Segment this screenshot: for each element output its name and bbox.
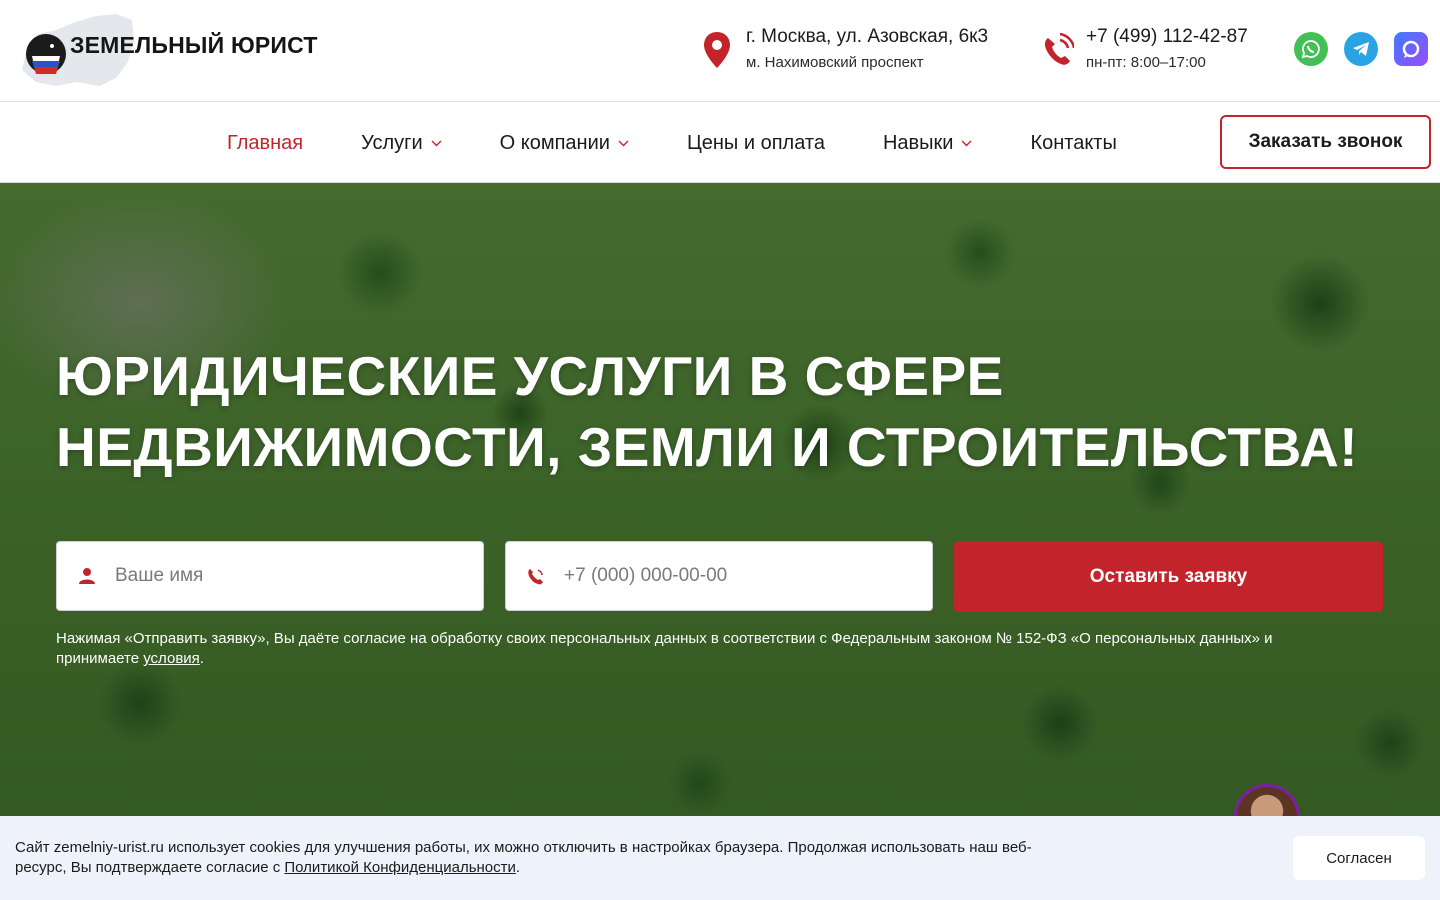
chevron-down-icon [618,140,629,146]
phone-input[interactable] [564,565,924,587]
hero-title-line2: НЕДВИЖИМОСТИ, ЗЕМЛИ И СТРОИТЕЛЬСТВА! [56,416,1359,478]
name-input[interactable] [115,565,475,587]
nav-item-contacts[interactable]: Контакты [1030,132,1116,155]
hero-section: ЮРИДИЧЕСКИЕ УСЛУГИ В СФЕРЕ НЕДВИЖИМОСТИ,… [0,183,1440,900]
address-block: г. Москва, ул. Азовская, 6к3 м. Нахимовс… [702,26,988,71]
cookie-end: . [515,859,521,876]
nav-item-services[interactable]: Услуги [361,132,442,155]
metro-line: м. Нахимовский проспект [746,54,924,71]
privacy-policy-link[interactable]: Политикой Конфиденциальности [284,859,516,876]
phone-field[interactable] [505,541,933,611]
lion-logo-icon [26,34,66,74]
chevron-down-icon [961,140,972,146]
site-logo[interactable]: ЗЕМЕЛЬНЫЙ ЮРИСТ [14,10,334,92]
social-links [1294,32,1428,66]
address-line: г. Москва, ул. Азовская, 6к3 [746,26,989,47]
submit-request-button[interactable]: Оставить заявку [954,541,1383,612]
nav-label: Контакты [1030,131,1117,154]
phone-icon [1044,32,1074,65]
nav-item-skills[interactable]: Навыки [883,132,973,155]
consent-body: Нажимая «Отправить заявку», Вы даёте сог… [56,630,1273,667]
chevron-down-icon [431,140,442,146]
nav-label: Навыки [882,131,954,154]
logo-text: ЗЕМЕЛЬНЫЙ ЮРИСТ [70,32,318,58]
working-hours: пн-пт: 8:00–17:00 [1086,54,1206,71]
nav-item-prices[interactable]: Цены и оплата [687,132,825,155]
location-pin-icon [704,32,730,68]
cookie-accept-button[interactable]: Согласен [1293,836,1425,880]
nav-label: Цены и оплата [686,131,825,154]
main-navbar: Главная Услуги О компании Цены и оплата … [0,103,1440,183]
phone-number[interactable]: +7 (499) 112-42-87 [1086,26,1248,48]
user-icon [79,568,95,584]
consent-end: . [199,650,204,667]
nav-label: Главная [227,131,304,154]
hero-title-line1: ЮРИДИЧЕСКИЕ УСЛУГИ В СФЕРЕ [56,345,1004,407]
phone-block[interactable]: +7 (499) 112-42-87 пн-пт: 8:00–17:00 [1040,26,1248,71]
nav-item-about[interactable]: О компании [500,132,629,155]
whatsapp-icon[interactable] [1294,32,1328,66]
nav-label: Услуги [361,131,423,154]
telegram-icon[interactable] [1344,32,1378,66]
phone-icon [528,569,543,585]
cookie-text: Сайт zemelniy-urist.ru использует cookie… [15,838,1055,878]
name-field[interactable] [56,541,484,611]
main-menu: Главная Услуги О компании Цены и оплата … [227,103,1175,183]
top-header: ЗЕМЕЛЬНЫЙ ЮРИСТ г. Москва, ул. Азовская,… [0,0,1440,102]
nav-item-home[interactable]: Главная [227,132,303,155]
nav-label: О компании [499,131,610,154]
cookie-body: Сайт zemelniy-urist.ru использует cookie… [15,839,1032,876]
lead-form: Оставить заявку [56,541,1383,612]
max-messenger-icon[interactable] [1394,32,1428,66]
terms-link[interactable]: условия [143,650,200,667]
cookie-banner: Сайт zemelniy-urist.ru использует cookie… [0,816,1440,900]
consent-text: Нажимая «Отправить заявку», Вы даёте сог… [56,629,1356,669]
hero-title: ЮРИДИЧЕСКИЕ УСЛУГИ В СФЕРЕ НЕДВИЖИМОСТИ,… [56,341,1396,483]
request-call-button[interactable]: Заказать звонок [1220,115,1431,169]
